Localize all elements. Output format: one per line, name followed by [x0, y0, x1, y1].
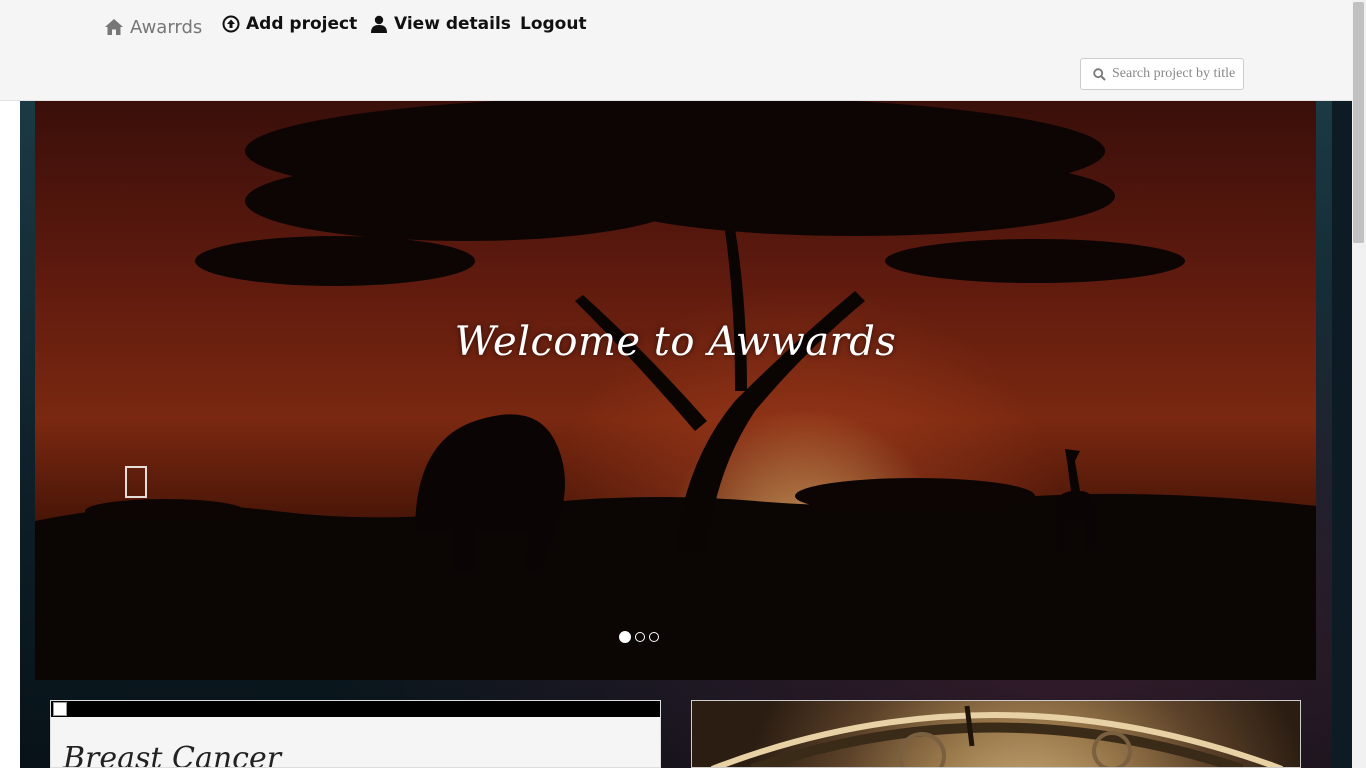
broken-image-icon: [53, 702, 67, 716]
hero-carousel: Welcome to Awwards: [35, 101, 1316, 680]
carousel-indicator-2[interactable]: [635, 632, 645, 642]
brand-link[interactable]: Awarrds: [104, 14, 202, 40]
search-input[interactable]: [1112, 66, 1238, 82]
navbar: Awarrds Add project View details Logout: [0, 0, 1352, 101]
add-project-link[interactable]: Add project: [222, 12, 357, 36]
brand-label: Awarrds: [130, 16, 203, 38]
logout-label: Logout: [520, 14, 587, 34]
project-image: [51, 701, 660, 717]
scrollbar-thumb[interactable]: [1353, 2, 1364, 243]
carousel-indicators: [619, 631, 659, 643]
watch-image: [710, 705, 1284, 767]
logout-link[interactable]: Logout: [520, 12, 587, 36]
view-details-link[interactable]: View details: [370, 12, 511, 36]
carousel-caption: Welcome to Awwards: [454, 319, 897, 365]
savanna-sunset-image: [35, 101, 1316, 680]
project-title: Breast Cancer: [63, 741, 282, 768]
project-card[interactable]: [691, 700, 1301, 768]
page-margin: [0, 100, 20, 768]
user-icon: [370, 15, 388, 33]
upload-circle-icon: [222, 15, 240, 33]
view-details-label: View details: [394, 14, 511, 34]
project-card[interactable]: Breast Cancer: [50, 700, 661, 768]
carousel-indicator-3[interactable]: [649, 632, 659, 642]
add-project-label: Add project: [246, 14, 358, 34]
carousel-indicator-1[interactable]: [619, 631, 631, 643]
search-box: [1080, 58, 1244, 90]
prev-icon[interactable]: [125, 466, 147, 498]
home-icon: [104, 18, 124, 36]
search-icon: [1093, 67, 1106, 81]
